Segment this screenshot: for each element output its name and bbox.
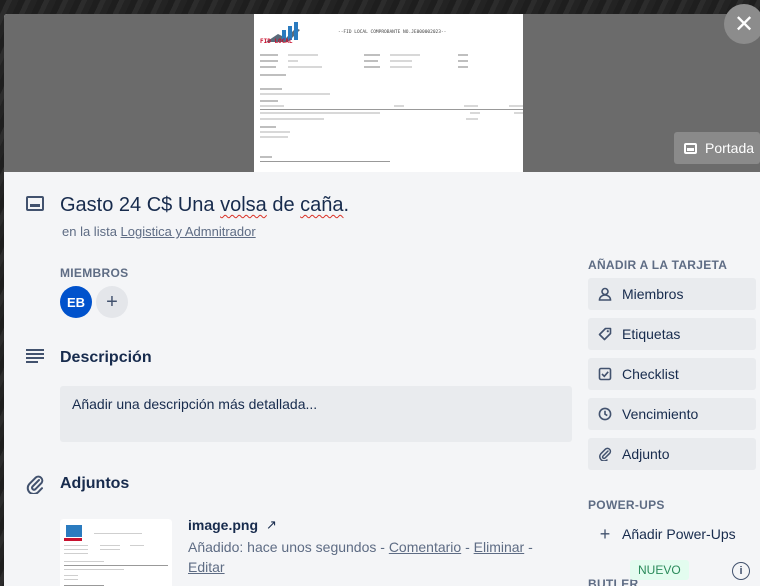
sidebar-item-label: Etiquetas xyxy=(622,326,681,342)
card-title[interactable]: Gasto 24 C$ Una volsa de caña. xyxy=(60,194,349,217)
add-powerups-button[interactable]: + Añadir Power-Ups xyxy=(588,518,756,550)
list-link[interactable]: Logistica y Admnitrador xyxy=(121,224,256,239)
new-badge: NUEVO xyxy=(630,560,689,580)
checkbox-icon xyxy=(598,367,612,381)
close-button[interactable]: ✕ xyxy=(724,4,760,44)
card-icon xyxy=(684,142,697,154)
attachment-filename[interactable]: image.png xyxy=(188,517,258,533)
card-cover[interactable]: FID LOCAL --FID LOCAL COMPROBANTE NO.JE0… xyxy=(4,14,760,172)
cover-image: FID LOCAL --FID LOCAL COMPROBANTE NO.JE0… xyxy=(254,14,523,172)
cover-button[interactable]: Portada xyxy=(674,132,760,164)
sidebar-checklist-button[interactable]: Checklist xyxy=(588,358,756,390)
sidebar-item-label: Adjunto xyxy=(622,446,670,462)
card-modal: FID LOCAL --FID LOCAL COMPROBANTE NO.JE0… xyxy=(4,14,760,586)
description-heading: Descripción xyxy=(60,349,152,366)
members-label: MIEMBROS xyxy=(60,266,129,280)
add-member-button[interactable]: + xyxy=(96,286,128,318)
sidebar-attachment-button[interactable]: Adjunto xyxy=(588,438,756,470)
sidebar-members-button[interactable]: Miembros xyxy=(588,278,756,310)
user-icon xyxy=(598,287,612,301)
sidebar-item-label: Checklist xyxy=(622,366,679,382)
close-icon: ✕ xyxy=(733,10,755,38)
logo-text: FID LOCAL xyxy=(260,38,293,45)
card-title-icon xyxy=(26,196,44,211)
add-to-card-label: AÑADIR A LA TARJETA xyxy=(588,258,728,272)
paperclip-icon xyxy=(599,447,612,461)
description-icon xyxy=(26,349,44,363)
comment-link[interactable]: Comentario xyxy=(389,539,461,555)
clock-icon xyxy=(598,407,612,421)
powerups-label: POWER-UPS xyxy=(588,498,665,512)
paperclip-icon xyxy=(26,475,44,494)
attachment-thumbnail[interactable] xyxy=(60,519,172,586)
avatar[interactable]: EB xyxy=(60,286,92,318)
list-reference: en la lista Logistica y Admnitrador xyxy=(62,224,256,239)
info-icon[interactable]: i xyxy=(732,562,750,580)
attachment-meta: Añadido: hace unos segundos - Comentario… xyxy=(188,539,533,575)
attachments-heading: Adjuntos xyxy=(60,475,130,492)
sidebar-item-label: Vencimiento xyxy=(622,406,699,422)
delete-link[interactable]: Eliminar xyxy=(474,539,525,555)
description-input[interactable]: Añadir una descripción más detallada... xyxy=(60,386,572,442)
cover-button-label: Portada xyxy=(705,140,755,156)
plus-icon: + xyxy=(599,523,611,544)
doc-header: --FID LOCAL COMPROBANTE NO.JE000002023-- xyxy=(338,30,447,35)
add-powerups-label: Añadir Power-Ups xyxy=(622,526,736,542)
sidebar-item-label: Miembros xyxy=(622,286,684,302)
open-external-icon[interactable]: ↗ xyxy=(266,517,277,533)
attachment-preview xyxy=(60,519,172,586)
sidebar-labels-button[interactable]: Etiquetas xyxy=(588,318,756,350)
sidebar-due-date-button[interactable]: Vencimiento xyxy=(588,398,756,430)
edit-link[interactable]: Editar xyxy=(188,559,225,575)
tag-icon xyxy=(598,327,612,341)
